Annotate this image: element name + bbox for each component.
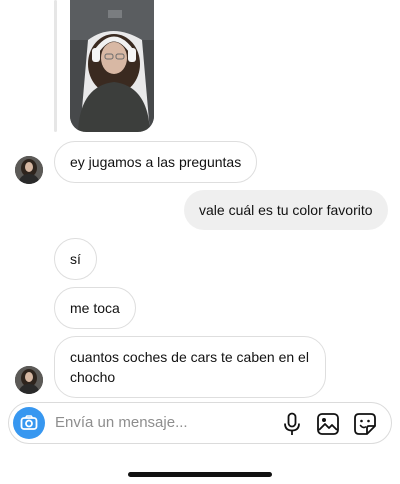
story-reply-indicator bbox=[54, 0, 57, 132]
message-composer: Envía un mensaje... bbox=[8, 402, 392, 444]
camera-icon bbox=[20, 415, 38, 430]
avatar[interactable] bbox=[15, 366, 43, 394]
story-photo bbox=[70, 0, 154, 132]
message-bubble-outgoing[interactable]: vale cuál es tu color favorito bbox=[184, 190, 388, 230]
message-text: me toca bbox=[70, 300, 120, 316]
sticker-button[interactable] bbox=[352, 411, 378, 437]
message-text: ey jugamos a las preguntas bbox=[70, 154, 242, 170]
microphone-icon bbox=[284, 412, 300, 435]
message-input[interactable]: Envía un mensaje... bbox=[55, 414, 188, 431]
avatar[interactable] bbox=[15, 156, 43, 184]
home-indicator bbox=[128, 472, 272, 477]
avatar-photo bbox=[15, 156, 43, 184]
message-bubble-incoming[interactable]: ey jugamos a las preguntas bbox=[54, 141, 258, 183]
message-text: cuantos coches de cars te caben en el ch… bbox=[70, 349, 309, 385]
gallery-icon bbox=[317, 413, 339, 435]
sticker-icon bbox=[354, 413, 376, 435]
message-bubble-incoming[interactable]: cuantos coches de cars te caben en el ch… bbox=[54, 336, 326, 398]
camera-button[interactable] bbox=[13, 407, 45, 439]
message-text: vale cuál es tu color favorito bbox=[199, 202, 373, 218]
avatar-photo bbox=[15, 366, 43, 394]
gallery-button[interactable] bbox=[315, 411, 341, 437]
message-bubble-incoming[interactable]: me toca bbox=[54, 287, 136, 329]
message-bubble-incoming[interactable]: sí bbox=[54, 238, 97, 280]
story-thumbnail[interactable] bbox=[70, 0, 154, 132]
message-text: sí bbox=[70, 251, 81, 267]
microphone-button[interactable] bbox=[279, 411, 305, 437]
